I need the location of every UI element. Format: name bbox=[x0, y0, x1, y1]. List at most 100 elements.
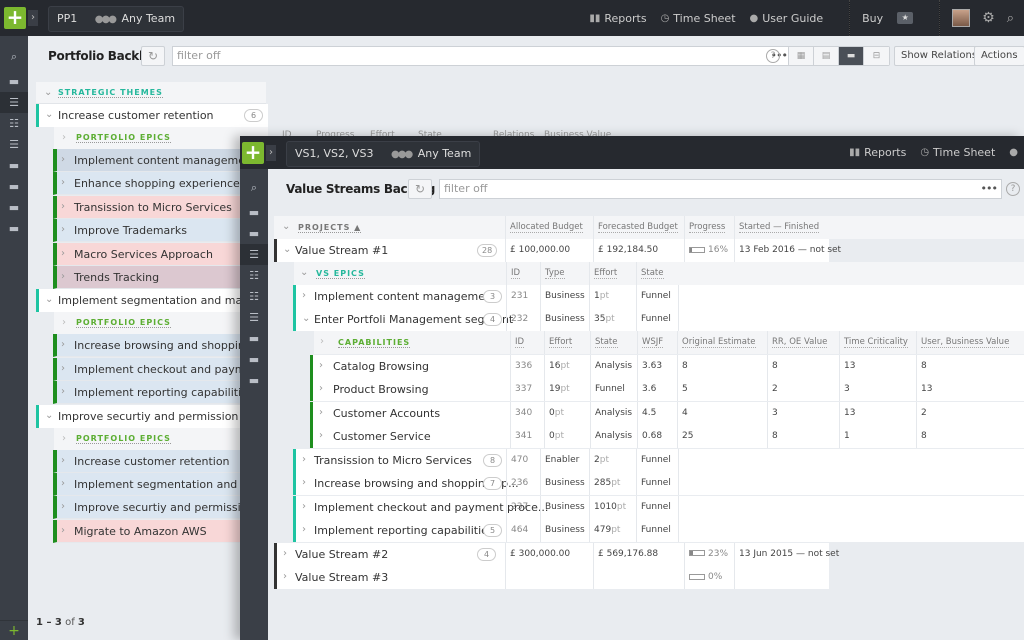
time-sheet-link[interactable]: ◷ Time Sheet bbox=[920, 146, 995, 159]
chevron-right-icon[interactable]: › bbox=[61, 201, 65, 212]
chevron-right-icon[interactable]: › bbox=[319, 407, 323, 418]
vs-epic-row[interactable]: › Implement checkout and payment proce...… bbox=[293, 495, 1024, 519]
epic-row[interactable]: › Implement reporting capabilities bbox=[53, 381, 240, 405]
chevron-down-icon[interactable]: ⌄ bbox=[302, 313, 310, 324]
chevron-right-icon[interactable]: › bbox=[61, 363, 65, 374]
column-header[interactable]: ID bbox=[506, 262, 540, 285]
folder-icon[interactable]: ▬ bbox=[0, 197, 28, 218]
tree-view-button[interactable]: ⊟ bbox=[864, 47, 889, 65]
user-guide-link[interactable]: ● bbox=[1009, 147, 1022, 158]
chevron-right-icon[interactable]: › bbox=[61, 525, 65, 536]
search-icon[interactable]: ⌕ bbox=[1007, 11, 1014, 26]
list-view-button[interactable]: ▤ bbox=[814, 47, 839, 65]
portfolio-epics-label[interactable]: PORTFOLIO EPICS bbox=[76, 133, 171, 143]
chevron-right-icon[interactable]: › bbox=[302, 477, 306, 488]
user-guide-link[interactable]: ● User Guide bbox=[750, 12, 824, 25]
buy-link[interactable]: Buy bbox=[862, 12, 883, 25]
help-icon[interactable]: ? bbox=[766, 49, 780, 63]
epic-row[interactable]: › Increase browsing and shopping speed bbox=[53, 334, 240, 358]
vs-epic-row[interactable]: › Implement content management 3 231 Busines… bbox=[293, 285, 1024, 308]
epic-row[interactable]: › Improve Trademarks bbox=[53, 219, 240, 243]
column-header[interactable]: Allocated Budget bbox=[505, 216, 593, 239]
vs-epic-row[interactable]: ⌄ Enter Portfoli Management segment 4 232 Bu… bbox=[293, 308, 1024, 331]
chevron-down-icon[interactable]: ⌄ bbox=[45, 294, 53, 305]
epic-row[interactable]: › Implement segmentation and marketing bbox=[53, 473, 240, 496]
column-header[interactable]: Started — Finished bbox=[734, 216, 829, 239]
chevron-right-icon[interactable]: › bbox=[62, 433, 66, 444]
chevron-right-icon[interactable]: › bbox=[61, 455, 65, 466]
expand-nav-button[interactable]: › bbox=[266, 145, 276, 161]
column-header[interactable]: RR, OE Value bbox=[767, 331, 839, 354]
folder-icon[interactable]: ▬ bbox=[0, 218, 28, 239]
grid-view-button[interactable]: ▦ bbox=[789, 47, 814, 65]
chevron-right-icon[interactable]: › bbox=[302, 501, 306, 512]
vs-epics-label[interactable]: VS EPICS bbox=[316, 269, 365, 279]
table-view-button[interactable]: ▬ bbox=[839, 47, 864, 65]
epic-row[interactable]: › Enhance shopping experience bbox=[53, 172, 240, 196]
add-icon[interactable]: + bbox=[0, 620, 28, 640]
chevron-down-icon[interactable]: ⌄ bbox=[45, 410, 53, 421]
chevron-right-icon[interactable]: › bbox=[61, 224, 65, 235]
column-header[interactable]: State bbox=[590, 331, 637, 354]
column-header[interactable]: Time Criticality bbox=[839, 331, 916, 354]
backlog-icon[interactable]: ☰ bbox=[240, 307, 268, 328]
chevron-right-icon[interactable]: › bbox=[320, 336, 324, 347]
chevron-right-icon[interactable]: › bbox=[319, 360, 323, 371]
scope-selector[interactable]: PP1 ●●● Any Team bbox=[48, 6, 185, 32]
column-header[interactable]: State bbox=[636, 262, 678, 285]
column-header[interactable]: User, Business Value bbox=[916, 331, 1014, 354]
refresh-button[interactable]: ↻ bbox=[408, 179, 432, 199]
filter-input[interactable]: filter off ••• bbox=[172, 46, 792, 66]
folder-icon[interactable]: ▬ bbox=[240, 370, 268, 391]
column-header[interactable]: ID bbox=[510, 331, 544, 354]
reports-link[interactable]: ▮▮ Reports bbox=[849, 146, 906, 159]
folder-icon[interactable]: ▬ bbox=[0, 71, 28, 92]
chevron-right-icon[interactable]: › bbox=[61, 154, 65, 165]
chevron-down-icon[interactable]: ⌄ bbox=[283, 244, 291, 255]
help-icon[interactable]: ? bbox=[1006, 182, 1020, 196]
actions-button[interactable]: Actions bbox=[974, 46, 1024, 66]
folder-icon[interactable]: ▬ bbox=[240, 328, 268, 349]
epic-row[interactable]: › Implement checkout and payment process bbox=[53, 357, 240, 381]
chevron-right-icon[interactable]: › bbox=[302, 290, 306, 301]
search-icon[interactable]: ⌕ bbox=[240, 177, 268, 198]
vs-epic-row[interactable]: › Transission to Micro Services 8 470 Enable… bbox=[293, 448, 1024, 472]
chevron-right-icon[interactable]: › bbox=[62, 317, 66, 328]
chevron-down-icon[interactable]: ⌄ bbox=[282, 221, 290, 232]
hierarchy-icon[interactable]: ☷ bbox=[240, 286, 268, 307]
epic-row[interactable]: › Implement content management bbox=[53, 149, 240, 172]
strategic-themes-label[interactable]: STRATEGIC THEMES bbox=[58, 88, 163, 98]
chevron-right-icon[interactable]: › bbox=[283, 548, 287, 559]
epic-row[interactable]: › Migrate to Amazon AWS bbox=[53, 519, 240, 543]
refresh-button[interactable]: ↻ bbox=[141, 46, 165, 66]
reports-link[interactable]: ▮▮ Reports bbox=[589, 12, 646, 25]
gear-icon[interactable]: ⚙ bbox=[982, 10, 995, 26]
star-icon[interactable]: ★ bbox=[897, 12, 914, 24]
chevron-right-icon[interactable]: › bbox=[319, 430, 323, 441]
epic-row[interactable]: › Macro Services Approach bbox=[53, 242, 240, 266]
chevron-right-icon[interactable]: › bbox=[61, 501, 65, 512]
column-header[interactable]: Type bbox=[540, 262, 589, 285]
portfolio-epics-label[interactable]: PORTFOLIO EPICS bbox=[76, 434, 171, 444]
chevron-right-icon[interactable]: › bbox=[61, 339, 65, 350]
chevron-right-icon[interactable]: › bbox=[302, 524, 306, 535]
value-stream-row[interactable]: › Value Stream #2 4 £ 300,000.00 £ 569,176.8… bbox=[274, 542, 839, 566]
expand-nav-button[interactable]: › bbox=[28, 10, 38, 26]
portfolio-epics-label[interactable]: PORTFOLIO EPICS bbox=[76, 318, 171, 329]
vs-epic-row[interactable]: › Implement reporting capabilities 5 464 Bus… bbox=[293, 519, 1024, 542]
chevron-right-icon[interactable]: › bbox=[61, 177, 65, 188]
chevron-right-icon[interactable]: › bbox=[61, 478, 65, 489]
folder-open-icon[interactable]: ▬ bbox=[240, 223, 268, 244]
hierarchy-icon[interactable]: ☷ bbox=[240, 265, 268, 286]
theme-row[interactable]: ⌄ Improve securtiy and permission manag..… bbox=[36, 404, 291, 428]
value-stream-row[interactable]: › Value Stream #3 0% bbox=[274, 566, 829, 589]
value-stream-row[interactable]: ⌄ Value Stream #1 28 £ 100,000.00 £ 192,184.… bbox=[274, 239, 841, 262]
backlog-icon[interactable]: ☰ bbox=[0, 92, 28, 113]
chevron-right-icon[interactable]: › bbox=[61, 271, 65, 282]
search-icon[interactable]: ⌕ bbox=[0, 46, 28, 67]
hierarchy-icon[interactable]: ☷ bbox=[0, 113, 28, 134]
more-icon[interactable]: ••• bbox=[981, 180, 998, 198]
chevron-right-icon[interactable]: › bbox=[61, 386, 65, 397]
capability-row[interactable]: › Product Browsing 337 19pt Funnel 3.6 5 2 3 13 bbox=[310, 378, 1024, 401]
theme-row[interactable]: ⌄ Implement segmentation and marketin... bbox=[36, 289, 284, 313]
